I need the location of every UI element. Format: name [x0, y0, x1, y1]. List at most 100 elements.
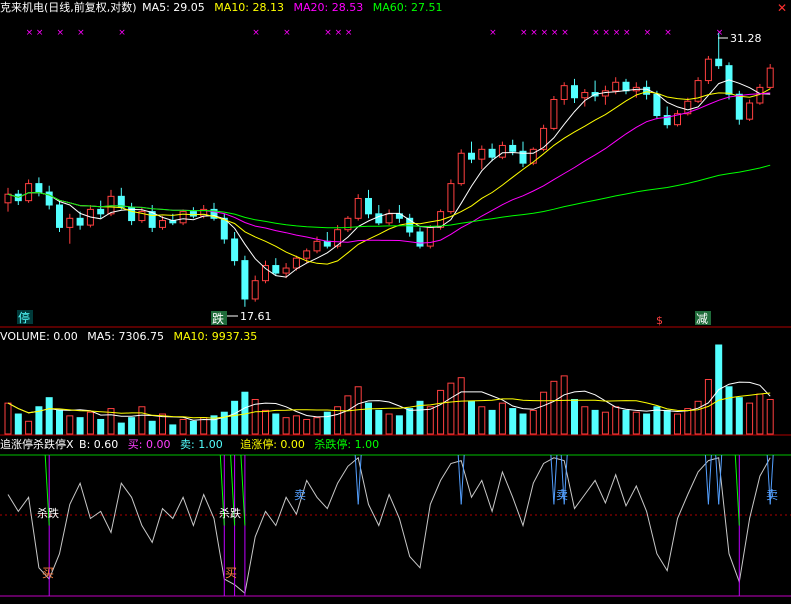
volume-bar [653, 406, 661, 435]
signal-mark: × [77, 28, 85, 38]
candle-body [571, 85, 578, 99]
candle-body [365, 197, 372, 215]
candle-body [746, 102, 754, 120]
signal-mark: × [345, 28, 353, 38]
candle-body [622, 81, 630, 92]
candle-body [612, 81, 620, 92]
volume-bar [663, 409, 671, 435]
volume-bar [622, 409, 630, 435]
candle-body [529, 148, 537, 164]
candle-body [25, 183, 33, 202]
volume-bar [45, 397, 53, 435]
volume-bar [189, 420, 197, 435]
signal-mark: × [644, 28, 652, 38]
signal-mark: × [36, 28, 44, 38]
candle-body [56, 204, 63, 228]
signal-mark: × [324, 28, 332, 38]
volume-bar [220, 411, 228, 435]
candle-body [354, 197, 362, 219]
volume-bar [375, 409, 383, 435]
volume-bar [86, 411, 94, 435]
candle-body [323, 240, 331, 247]
candle-body [107, 195, 115, 215]
signal-mark: × [623, 28, 631, 38]
volume-bar [56, 409, 63, 435]
volume-bar [138, 406, 146, 435]
volume-bar [97, 418, 105, 435]
low-price-label: 17.61 [240, 310, 272, 323]
volume-bar [725, 386, 733, 435]
signal-mark: × [118, 28, 126, 38]
volume-bar [262, 409, 269, 435]
volume-bar [766, 398, 774, 435]
volume-bar [746, 402, 754, 435]
volume-bar [529, 409, 537, 435]
volume-bar [179, 418, 187, 435]
indicator-sha-label-1: 杀跌 [37, 506, 59, 520]
candle-body [251, 280, 259, 300]
candle-body [159, 220, 166, 228]
candle-body [375, 213, 383, 224]
signal-mark: × [530, 28, 538, 38]
sell-signal-line [354, 454, 359, 505]
candle-body [426, 226, 434, 247]
volume-bar [560, 375, 568, 435]
volume-bar [313, 417, 321, 435]
candle-body [272, 265, 280, 274]
volume-bar [488, 409, 496, 435]
candle-body [189, 211, 197, 217]
signal-mark: × [335, 28, 343, 38]
volume-bar [632, 411, 640, 435]
volume-bar [684, 408, 692, 435]
candle-body [468, 152, 475, 160]
chart-canvas[interactable]: × × × × × × × × × × × × × × × × × × × × × × × 31.28 17.61 停 跌 … [0, 0, 791, 604]
volume-bar [76, 417, 84, 435]
volume-bar [674, 413, 681, 435]
candle-body [76, 217, 84, 226]
sell-signal-line [550, 454, 555, 505]
volume-bar [437, 389, 445, 435]
signal-mark: × [520, 28, 528, 38]
indicator-sell-label-2: 卖 [556, 488, 568, 502]
marker-jian: 减 [696, 312, 708, 326]
candle-body [498, 144, 506, 158]
volume-bar [128, 417, 136, 435]
candle-body [282, 267, 290, 274]
volume-bar [581, 406, 589, 435]
volume-bar [426, 406, 434, 435]
candle-body [231, 238, 239, 262]
candle-body [35, 183, 43, 193]
volume-bar [272, 413, 280, 435]
volume-bar [447, 382, 455, 435]
candle-body [241, 260, 249, 300]
signal-mark: × [283, 28, 291, 38]
candle-body [457, 152, 465, 185]
candle-body [488, 148, 496, 158]
volume-bar [117, 422, 125, 435]
stock-chart-window: 克来机电(日线,前复权,对数) MA5: 29.05 MA10: 28.13 M… [0, 0, 791, 604]
indicator-sell-label-1: 卖 [294, 488, 306, 502]
volume-bar [323, 411, 331, 435]
candle-body [509, 144, 517, 152]
signal-mark: × [602, 28, 610, 38]
marker-die: 跌 [212, 311, 224, 326]
candle-body [653, 93, 661, 117]
volume-bar [550, 380, 558, 435]
candle-body [715, 58, 723, 67]
candle-body [560, 85, 568, 100]
volume-bar [571, 398, 578, 435]
volume-bar [694, 400, 702, 435]
marker-ting: 停 [18, 310, 30, 325]
candle-body [550, 98, 558, 129]
volume-bar [612, 406, 620, 435]
sell-signal-line [707, 454, 712, 505]
signal-mark: × [26, 28, 34, 38]
candle-body [385, 213, 393, 224]
indicator-b-line [7, 456, 771, 595]
signal-mark: × [252, 28, 260, 38]
volume-bar [468, 400, 475, 435]
volume-bar [498, 402, 506, 435]
candle-body [643, 86, 651, 95]
signal-mark: × [716, 28, 724, 38]
indicator-sell-label-3: 卖 [766, 488, 778, 502]
